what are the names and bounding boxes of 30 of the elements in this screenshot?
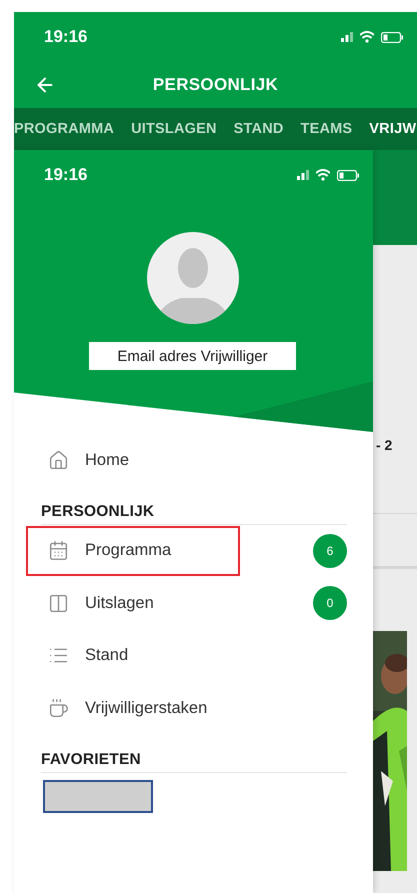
signal-icon bbox=[341, 32, 353, 42]
section-title: FAVORIETEN bbox=[41, 750, 141, 768]
signal-icon bbox=[297, 170, 309, 180]
battery-icon bbox=[337, 170, 359, 180]
count-badge: 6 bbox=[313, 534, 347, 568]
count-badge: 0 bbox=[313, 586, 347, 620]
score-text: - 2 bbox=[376, 437, 392, 453]
avatar-icon bbox=[146, 232, 238, 324]
menu-item[interactable]: Uitslagen bbox=[26, 578, 240, 628]
status-time: 19:16 bbox=[44, 27, 88, 47]
wifi-icon bbox=[316, 169, 330, 181]
section-title: PERSOONLIJK bbox=[41, 502, 154, 520]
tab[interactable]: PROGRAMMA bbox=[14, 121, 114, 137]
cup-icon bbox=[48, 698, 69, 719]
menu-item[interactable]: Home bbox=[26, 435, 240, 486]
menu-item[interactable]: Vrijwilligerstaken bbox=[26, 683, 240, 734]
tab[interactable]: STAND bbox=[234, 121, 284, 137]
home-icon bbox=[48, 450, 69, 471]
tab[interactable]: TEAMS bbox=[300, 121, 352, 137]
page-title: PERSOONLIJK bbox=[152, 75, 278, 95]
email-label: Email adres Vrijwilliger bbox=[89, 342, 296, 370]
scoreboard-icon bbox=[48, 592, 69, 614]
status-time: 19:16 bbox=[44, 165, 88, 185]
tab[interactable]: UITSLAGEN bbox=[131, 121, 217, 137]
wifi-icon bbox=[360, 31, 374, 43]
menu-item[interactable]: Programma bbox=[26, 526, 240, 576]
tab[interactable]: VRIJW bbox=[369, 121, 416, 137]
battery-icon bbox=[381, 32, 403, 42]
menu-item[interactable]: Stand bbox=[26, 630, 240, 681]
calendar-icon bbox=[48, 540, 69, 562]
